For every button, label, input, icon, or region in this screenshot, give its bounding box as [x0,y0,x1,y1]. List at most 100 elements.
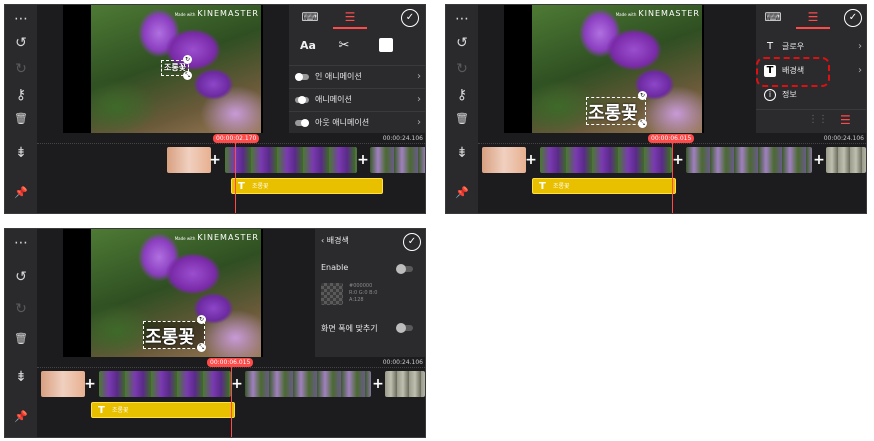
add-transition-icon[interactable]: + [230,377,244,391]
layers-icon[interactable]: ⇟ [5,367,37,387]
animation-item[interactable]: 애니메이션 › [289,88,425,111]
pin-icon[interactable]: 📌 [446,183,478,203]
caption-text: 조롱꽃 [588,103,638,124]
scissors-icon[interactable]: ✂ [327,33,361,59]
current-timecode: 00:00:06.015 [648,134,695,143]
video-clip[interactable] [41,371,85,397]
pin-icon[interactable]: 📌 [5,183,37,203]
info-menu-item[interactable]: i 정보 [756,85,866,105]
video-preview[interactable]: Made with KINEMASTER 조롱꽃 ↻ ⤡ [63,229,263,357]
confirm-check-icon[interactable]: ✓ [844,9,862,27]
fit-width-toggle[interactable] [396,323,413,333]
info-icon: i [764,89,776,101]
resize-handle[interactable]: ⤡ [638,119,647,128]
text-layer-clip[interactable]: T 조롱꽃 [532,178,676,194]
enable-toggle[interactable] [396,264,413,274]
current-timecode: 00:00:06.015 [207,358,254,367]
add-transition-icon[interactable]: + [524,153,538,167]
redo-icon[interactable]: ↻ [5,299,37,319]
video-clip[interactable] [370,147,425,173]
add-transition-icon[interactable]: + [371,377,385,391]
resize-handle[interactable]: ⤡ [197,343,206,352]
pin-icon[interactable]: 📌 [5,407,37,427]
undo-icon[interactable]: ↺ [5,267,37,287]
options-list-tab[interactable]: ☰ [796,5,830,29]
enable-label: Enable [321,263,349,272]
grid-icon[interactable]: ⋮⋮ [808,114,828,125]
video-clip[interactable] [482,147,526,173]
confirm-check-icon[interactable]: ✓ [403,233,421,251]
glow-menu-item[interactable]: T 글로우 › [756,37,866,57]
key-icon[interactable]: ⚷ [446,85,478,105]
screenshot-background-color-settings: ⋯ ↺ ↻ 🗑 ⇟ 📌 Made with KINEMASTER 조롱꽃 ↻ ⤡ … [4,228,426,438]
list-icon[interactable]: ☰ [840,113,851,127]
color-values: #000000 R:0 G:0 B:0 A:128 [349,283,378,303]
screenshot-text-layer-options: ⋯ ↺ ↻ ⚷ 🗑 ⇟ 📌 Made with KINEMASTER 조롱꽃 ↻ … [4,4,426,214]
out-animation-icon [295,119,309,127]
confirm-check-icon[interactable]: ✓ [401,9,419,27]
layers-icon[interactable]: ⇟ [5,143,37,163]
trash-icon[interactable]: 🗑 [5,109,37,129]
more-icon[interactable]: ⋯ [5,233,37,253]
add-transition-icon[interactable]: + [671,153,685,167]
background-color-panel: ‹ 배경색 ✓ Enable #000000 R:0 G:0 B:0 A:128… [315,229,425,357]
font-button[interactable]: Aa [291,33,325,59]
video-clip[interactable] [385,371,425,397]
video-track: + + + [482,147,866,173]
chevron-right-icon: › [858,65,862,76]
video-clip[interactable] [99,371,231,397]
redo-icon[interactable]: ↻ [446,59,478,79]
resize-handle[interactable]: ⤡ [183,71,192,80]
background-color-swatch[interactable] [321,283,343,305]
text-color-button[interactable] [369,33,403,59]
key-icon[interactable]: ⚷ [5,85,37,105]
playhead[interactable] [672,143,673,213]
text-layer-clip[interactable]: T 조롱꽃 [231,178,383,194]
undo-icon[interactable]: ↺ [5,33,37,53]
add-transition-icon[interactable]: + [208,153,222,167]
options-tabs: ⌨ ☰ ✓ [756,5,866,29]
caption-text: 조롱꽃 [145,327,195,348]
keyboard-tab[interactable]: ⌨ [293,5,327,29]
time-ruler: 00:00:02.170 00:00:24.106 [37,133,425,144]
more-icon[interactable]: ⋯ [5,9,37,29]
panel-title[interactable]: ‹ 배경색 [321,235,349,246]
more-icon[interactable]: ⋯ [446,9,478,29]
redo-icon[interactable]: ↻ [5,59,37,79]
playhead[interactable] [231,367,232,437]
video-clip[interactable] [167,147,211,173]
video-clip[interactable] [686,147,812,173]
undo-icon[interactable]: ↺ [446,33,478,53]
timeline[interactable]: 00:00:06.015 00:00:24.106 + + + T 조롱꽃 [478,133,866,213]
text-layer-icon: T [238,181,245,192]
timeline[interactable]: 00:00:06.015 00:00:24.106 + + + T 조롱꽃 [37,357,425,437]
text-style-icon: T [766,41,774,52]
animation-icon [295,96,309,104]
add-transition-icon[interactable]: + [356,153,370,167]
layers-icon[interactable]: ⇟ [446,143,478,163]
panel-footer: ⋮⋮ ☰ [756,109,866,134]
video-preview[interactable]: Made with KINEMASTER 조롱꽃 ↻ ⤡ [63,5,263,133]
timeline[interactable]: 00:00:02.170 00:00:24.106 + + T 조롱꽃 [37,133,425,213]
out-animation-item[interactable]: 아웃 애니메이션 › [289,111,425,134]
trash-icon[interactable]: 🗑 [5,329,37,349]
options-list-tab[interactable]: ☰ [333,5,367,29]
trash-icon[interactable]: 🗑 [446,109,478,129]
text-layer-clip[interactable]: T 조롱꽃 [91,402,235,418]
playhead[interactable] [235,143,236,213]
rotate-handle[interactable]: ↻ [183,55,192,64]
add-transition-icon[interactable]: + [83,377,97,391]
chevron-right-icon: › [858,41,862,52]
video-preview[interactable]: Made with KINEMASTER 조롱꽃 ↻ ⤡ [504,5,704,133]
end-timecode: 00:00:24.106 [382,135,423,142]
rotate-handle[interactable]: ↻ [197,315,206,324]
back-icon[interactable]: ‹ [321,236,324,245]
video-clip[interactable] [826,147,866,173]
rotate-handle[interactable]: ↻ [638,91,647,100]
keyboard-tab[interactable]: ⌨ [756,5,790,29]
video-clip[interactable] [225,147,357,173]
video-clip[interactable] [245,371,371,397]
video-clip[interactable] [540,147,672,173]
in-animation-item[interactable]: 인 애니메이션 › [289,65,425,88]
add-transition-icon[interactable]: + [812,153,826,167]
